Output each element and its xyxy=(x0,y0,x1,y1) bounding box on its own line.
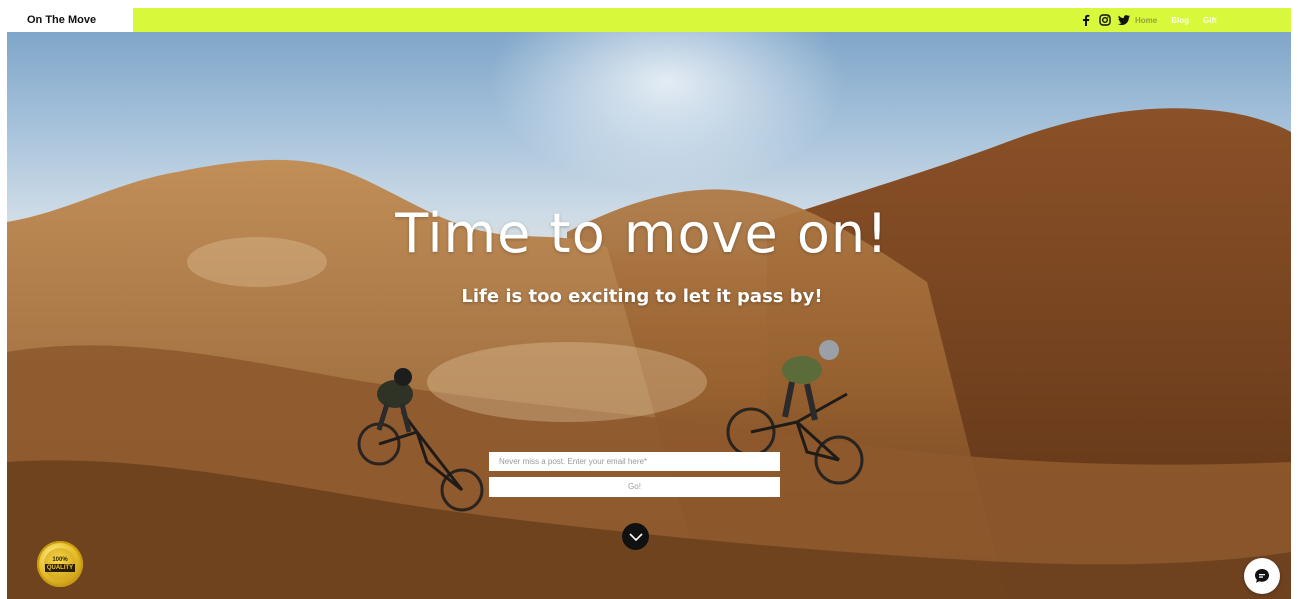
badge-label: QUALITY xyxy=(44,563,76,572)
email-subscribe-input[interactable] xyxy=(489,452,780,471)
sun-glow xyxy=(487,32,847,192)
page-frame: On The Move Home Blog Gift Time to move … xyxy=(7,8,1291,599)
quality-badge: 100% QUALITY xyxy=(37,541,83,587)
chevron-down-icon xyxy=(628,532,643,541)
instagram-icon[interactable] xyxy=(1099,14,1111,26)
nav-blog[interactable]: Blog xyxy=(1171,16,1189,25)
chat-button[interactable] xyxy=(1244,558,1280,594)
site-title[interactable]: On The Move xyxy=(7,8,133,32)
subscribe-button[interactable]: Go! xyxy=(489,477,780,497)
hero-subheadline: Life is too exciting to let it pass by! xyxy=(461,286,823,307)
hero-headline: Time to move on! xyxy=(395,202,889,265)
scroll-down-button[interactable] xyxy=(622,523,649,550)
hero-section xyxy=(7,32,1291,599)
chat-icon xyxy=(1255,569,1269,583)
nav-gift[interactable]: Gift xyxy=(1203,16,1217,25)
top-navigation-bar: On The Move Home Blog Gift xyxy=(7,8,1291,32)
main-menu: Home Blog Gift xyxy=(1135,8,1217,32)
nav-home[interactable]: Home xyxy=(1135,16,1157,25)
twitter-icon[interactable] xyxy=(1118,14,1130,26)
social-links xyxy=(1080,13,1130,27)
badge-percent: 100% xyxy=(52,556,68,563)
quality-seal: 100% QUALITY xyxy=(44,548,76,580)
facebook-icon[interactable] xyxy=(1080,14,1092,26)
